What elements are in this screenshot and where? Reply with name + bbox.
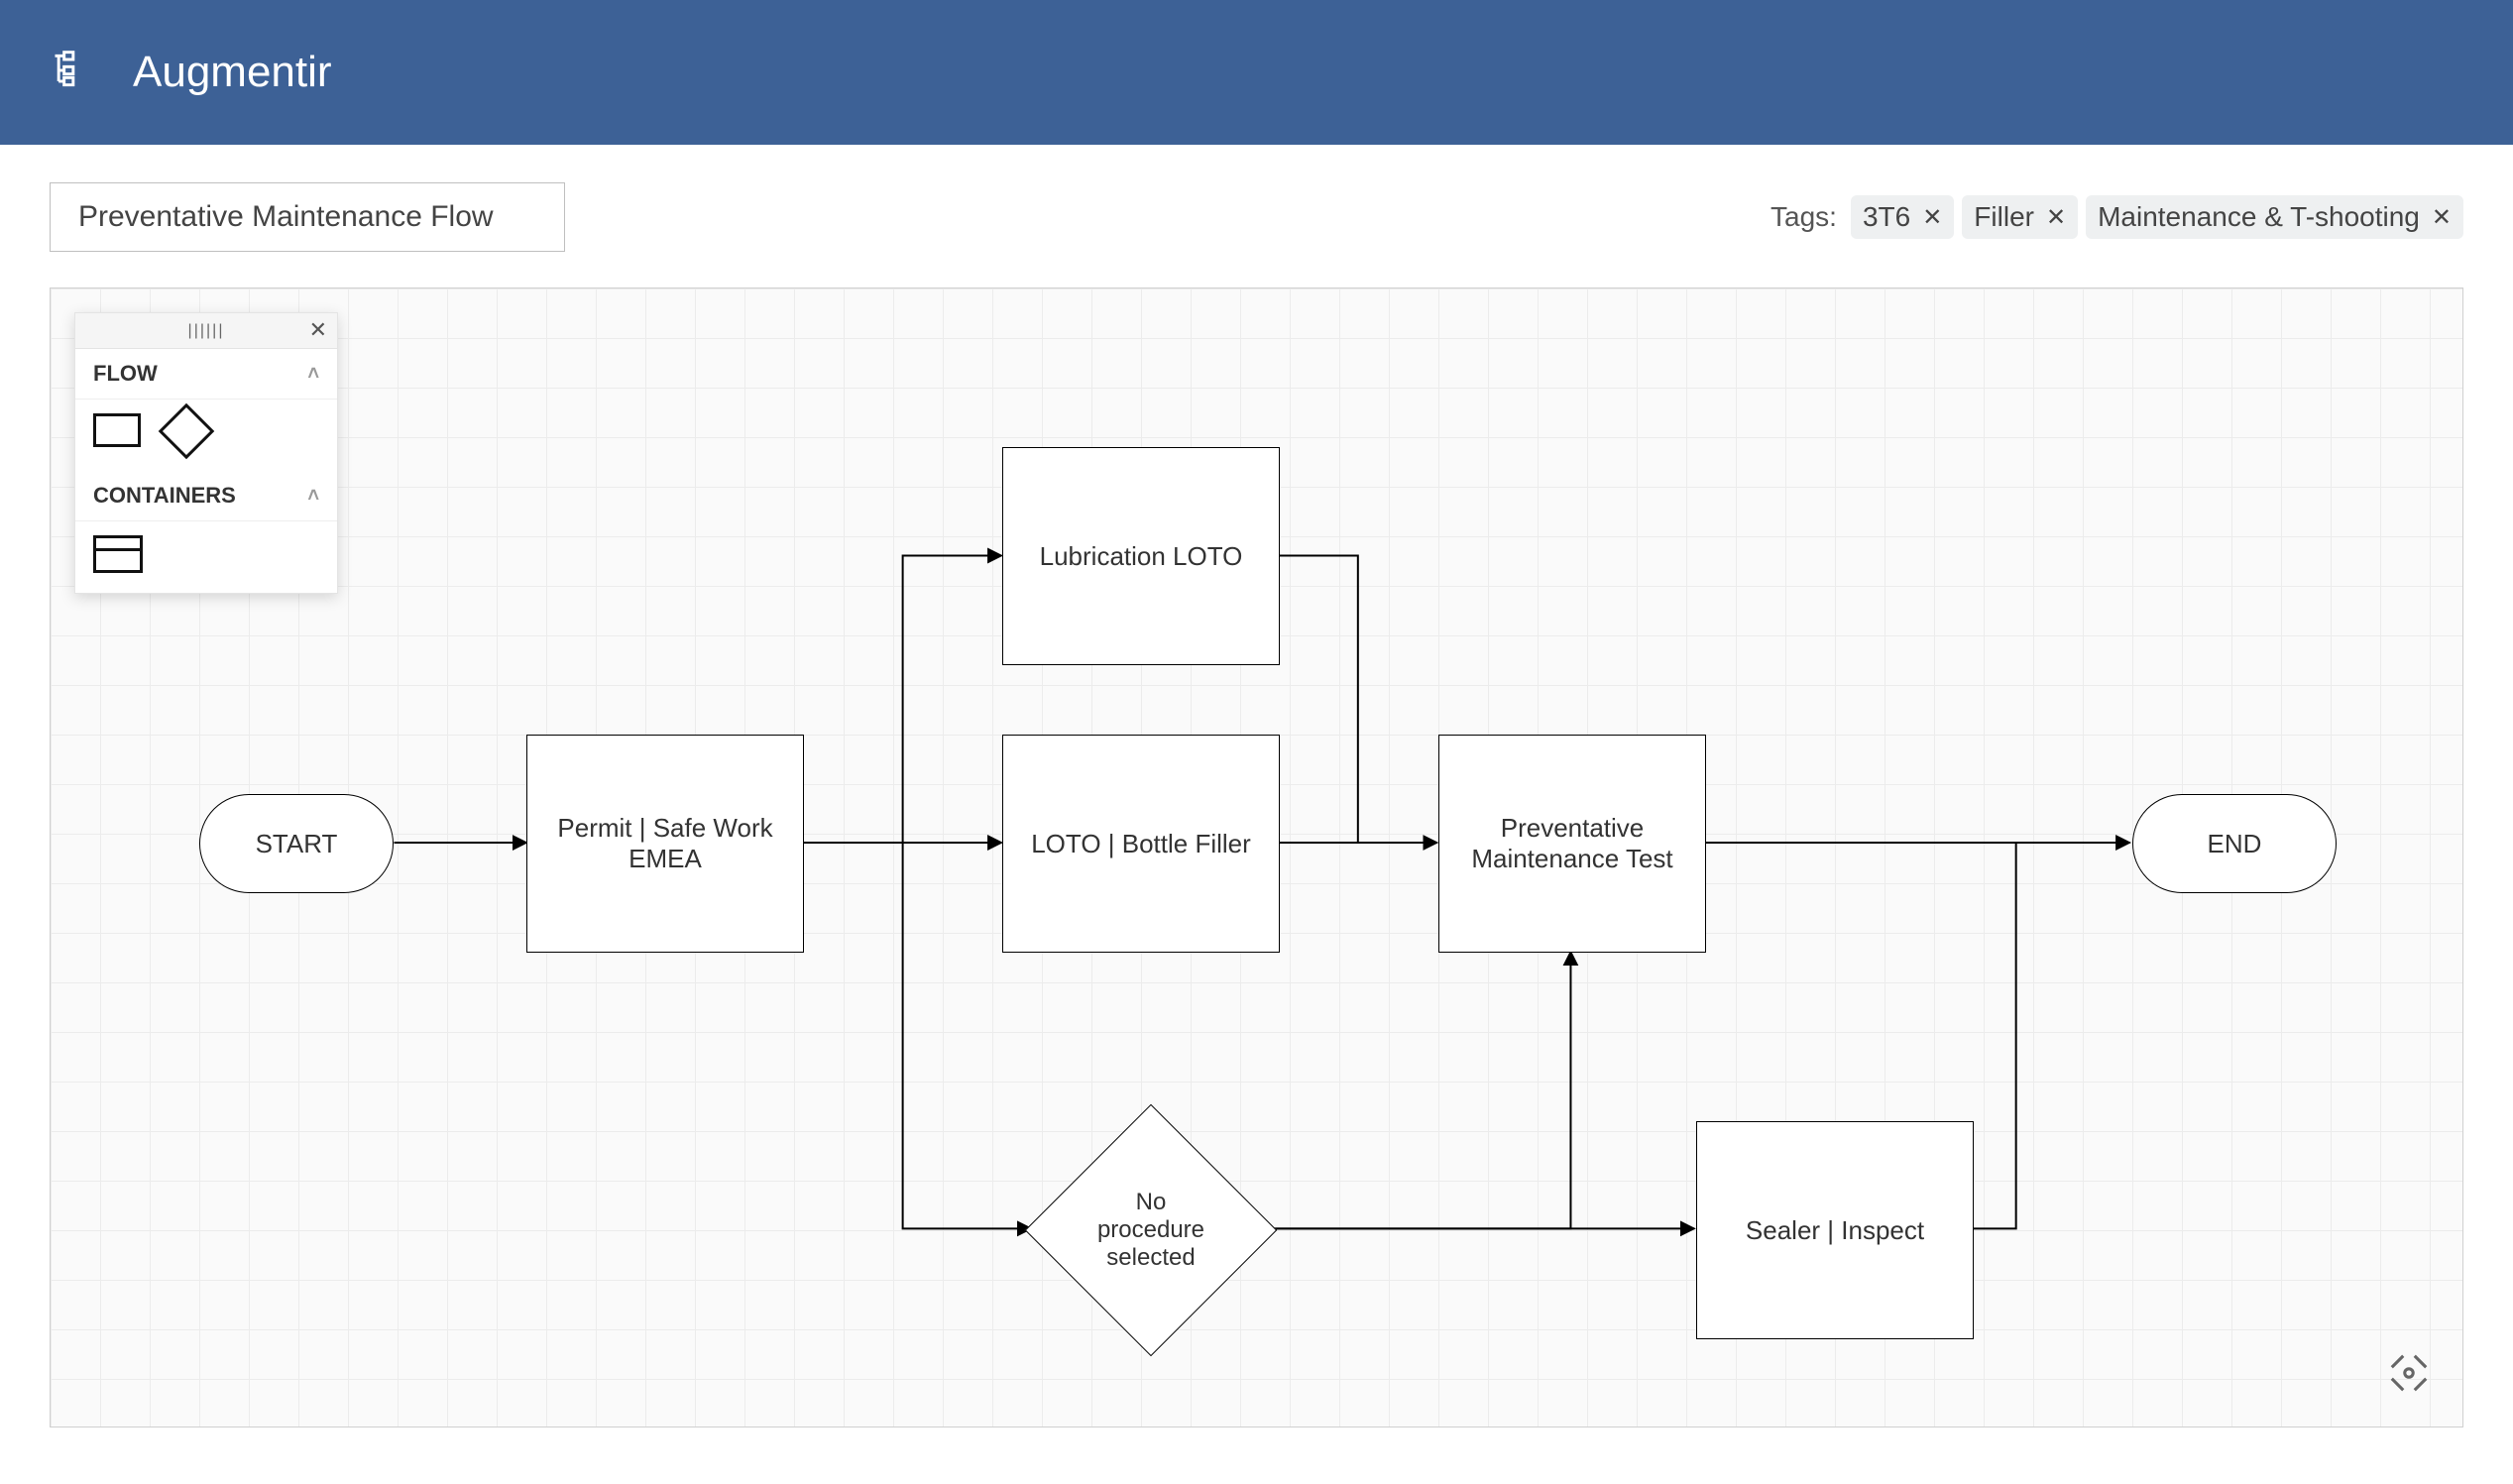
chevron-up-icon: ˄	[307, 485, 319, 508]
node-label: LOTO | Bottle Filler	[1031, 829, 1251, 859]
node-label: Permit | Safe Work EMEA	[547, 813, 783, 874]
node-label: Preventative Maintenance Test	[1459, 813, 1685, 874]
node-label: Lubrication LOTO	[1040, 541, 1243, 572]
tags-area: Tags: 3T6 ✕ Filler ✕ Maintenance & T-sho…	[1771, 195, 2463, 239]
tags-label: Tags:	[1771, 201, 1837, 233]
fit-view-button[interactable]	[2377, 1341, 2441, 1405]
tag-chip[interactable]: Filler ✕	[1962, 195, 2078, 239]
palette-drag-handle[interactable]: |||||| ✕	[75, 313, 337, 349]
close-icon[interactable]: ✕	[2046, 203, 2066, 232]
grip-icon: ||||||	[188, 322, 225, 340]
tag-text: 3T6	[1863, 201, 1910, 233]
app-header: Augmentir	[0, 0, 2513, 145]
node-label: No procedure selected	[1062, 1141, 1240, 1319]
decision-node[interactable]: No procedure selected	[1062, 1141, 1240, 1319]
sealer-node[interactable]: Sealer | Inspect	[1696, 1121, 1974, 1339]
flow-canvas[interactable]: |||||| ✕ FLOW ˄ CONTAINERS ˄ START	[50, 287, 2463, 1427]
node-label: END	[2208, 829, 2262, 859]
tag-text: Filler	[1974, 201, 2034, 233]
permit-node[interactable]: Permit | Safe Work EMEA	[526, 735, 804, 953]
end-node[interactable]: END	[2132, 794, 2337, 893]
tag-chip[interactable]: 3T6 ✕	[1851, 195, 1954, 239]
container-shape-button[interactable]	[93, 535, 143, 573]
tree-icon	[50, 49, 93, 97]
palette-container-shapes	[75, 521, 337, 593]
close-icon[interactable]: ✕	[2432, 203, 2452, 232]
close-icon[interactable]: ✕	[1922, 203, 1942, 232]
palette-section-containers[interactable]: CONTAINERS ˄	[75, 471, 337, 521]
palette-section-title: FLOW	[93, 361, 158, 387]
app-title: Augmentir	[133, 48, 332, 97]
palette-flow-shapes	[75, 400, 337, 471]
palette-section-flow[interactable]: FLOW ˄	[75, 349, 337, 400]
workflow-title-input[interactable]	[50, 182, 565, 252]
subheader: Tags: 3T6 ✕ Filler ✕ Maintenance & T-sho…	[0, 145, 2513, 252]
shape-palette[interactable]: |||||| ✕ FLOW ˄ CONTAINERS ˄	[74, 312, 338, 594]
node-label: START	[256, 829, 338, 859]
node-label: Sealer | Inspect	[1746, 1215, 1924, 1246]
start-node[interactable]: START	[199, 794, 394, 893]
canvas-wrap: |||||| ✕ FLOW ˄ CONTAINERS ˄ START	[0, 252, 2513, 1467]
tag-text: Maintenance & T-shooting	[2098, 201, 2420, 233]
tag-chip[interactable]: Maintenance & T-shooting ✕	[2086, 195, 2463, 239]
pm-node[interactable]: Preventative Maintenance Test	[1438, 735, 1706, 953]
chevron-up-icon: ˄	[307, 363, 319, 386]
palette-section-title: CONTAINERS	[93, 483, 236, 509]
fit-view-icon	[2386, 1350, 2432, 1396]
diamond-shape-button[interactable]	[159, 403, 215, 460]
lubrication-node[interactable]: Lubrication LOTO	[1002, 447, 1280, 665]
loto-node[interactable]: LOTO | Bottle Filler	[1002, 735, 1280, 953]
rectangle-shape-button[interactable]	[93, 413, 141, 447]
close-icon[interactable]: ✕	[309, 317, 327, 343]
